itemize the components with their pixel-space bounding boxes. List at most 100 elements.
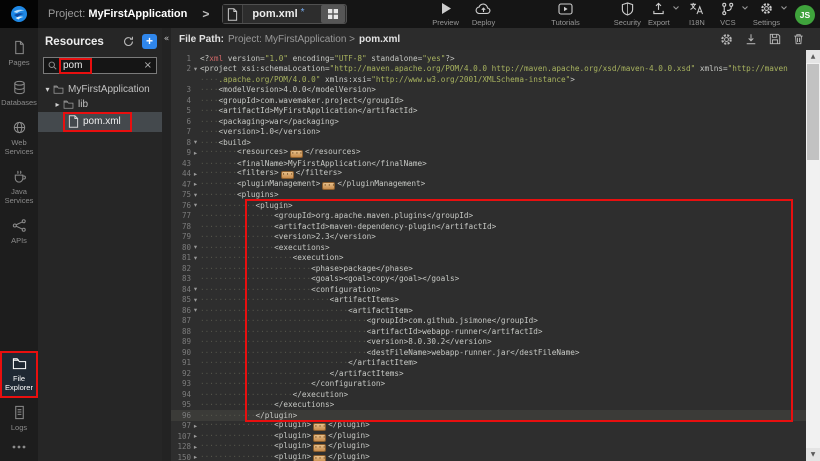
security-button[interactable]: Security <box>614 2 641 27</box>
sidebar-item-databases[interactable]: Databases <box>0 75 38 113</box>
code-line-83[interactable]: 83························<goals><goal>c… <box>171 274 806 285</box>
code-line-84[interactable]: 84▾························<configuratio… <box>171 284 806 295</box>
wavemaker-logo[interactable] <box>0 0 38 28</box>
fold-closed-icon[interactable]: ▸ <box>191 149 200 157</box>
code-line-96[interactable]: 96············</plugin> <box>171 410 806 421</box>
user-avatar[interactable]: JS <box>795 5 815 25</box>
tab-grid-icon[interactable] <box>321 5 345 23</box>
code-line-87[interactable]: 87····································<g… <box>171 316 806 327</box>
code-line-93[interactable]: 93························</configuratio… <box>171 379 806 390</box>
code-line-1[interactable]: 1<?xml version="1.0" encoding="UTF-8" st… <box>171 53 806 64</box>
fold-closed-icon[interactable]: ▸ <box>191 422 200 430</box>
code-line-78[interactable]: 78················<artifactId>maven-depe… <box>171 221 806 232</box>
code-line-7[interactable]: 7····<version>1.0</version> <box>171 127 806 138</box>
fold-open-icon[interactable]: ▾ <box>191 285 200 293</box>
fold-closed-icon[interactable]: ▸ <box>191 432 200 440</box>
vcs-button[interactable]: VCS <box>715 2 741 27</box>
code-line-9[interactable]: 9▸········<resources>···</resources> <box>171 148 806 159</box>
line-number: 1 <box>171 54 191 63</box>
tree-item-lib[interactable]: ▸lib <box>38 97 162 112</box>
fold-open-icon[interactable]: ▾ <box>191 306 200 314</box>
fold-open-icon[interactable]: ▾ <box>191 138 200 146</box>
code-line-107[interactable]: 107▸················<plugin>···</plugin> <box>171 431 806 442</box>
code-line-95[interactable]: 95················</executions> <box>171 400 806 411</box>
tab-pom-xml[interactable]: pom.xml * <box>222 4 346 24</box>
fold-closed-icon[interactable]: ▸ <box>191 443 200 451</box>
code-line-75[interactable]: 75▾········<plugins> <box>171 190 806 201</box>
fold-open-icon[interactable]: ▾ <box>191 65 200 73</box>
code-text: ····················<execution> <box>200 253 344 262</box>
fold-open-icon[interactable]: ▾ <box>191 296 200 304</box>
fold-open-icon[interactable]: ▾ <box>191 201 200 209</box>
code-line-3[interactable]: 3····<modelVersion>4.0.0</modelVersion> <box>171 85 806 96</box>
save-icon[interactable] <box>769 33 781 46</box>
code-line-wrap[interactable]: ····.apache.org/POM/4.0.0" xmlns:xsi="ht… <box>171 74 806 85</box>
deploy-button[interactable]: Deploy <box>469 2 499 27</box>
code-line-8[interactable]: 8▾····<build> <box>171 137 806 148</box>
preview-button[interactable]: Preview <box>431 2 461 27</box>
panel-collapse-strip: « <box>162 28 171 461</box>
code-line-4[interactable]: 4····<groupId>com.wavemaker.project</gro… <box>171 95 806 106</box>
editor-scrollbar[interactable]: ▲ ▼ <box>806 50 820 461</box>
sidebar-item-apis[interactable]: APIs <box>0 213 38 251</box>
sidebar-item-java-services[interactable]: Java Services <box>0 164 38 211</box>
code-line-89[interactable]: 89····································<v… <box>171 337 806 348</box>
fold-closed-icon[interactable]: ▸ <box>191 453 200 461</box>
fold-widget-icon[interactable]: ··· <box>313 455 326 461</box>
code-line-90[interactable]: 90····································<d… <box>171 347 806 358</box>
code-editor[interactable]: 1<?xml version="1.0" encoding="UTF-8" st… <box>171 50 806 461</box>
code-line-82[interactable]: 82························<phase>package… <box>171 263 806 274</box>
scroll-up-icon[interactable]: ▲ <box>806 50 820 63</box>
sidebar-item-logs[interactable]: Logs <box>0 400 38 438</box>
code-line-43[interactable]: 43········<finalName>MyFirstApplication<… <box>171 158 806 169</box>
fold-closed-icon[interactable]: ▸ <box>191 180 200 188</box>
fold-widget-icon[interactable]: ··· <box>322 182 335 190</box>
fold-open-icon[interactable]: ▾ <box>191 191 200 199</box>
fold-open-icon[interactable]: ▾ <box>191 254 200 262</box>
clear-search-icon[interactable]: × <box>144 60 152 71</box>
settings-button[interactable]: Settings <box>753 2 780 27</box>
code-line-92[interactable]: 92····························</artifact… <box>171 368 806 379</box>
resources-search-input[interactable]: pom × <box>43 57 157 74</box>
refresh-icon[interactable] <box>123 36 134 47</box>
sidebar-item-file-explorer[interactable]: File Explorer <box>0 351 38 398</box>
code-line-86[interactable]: 86▾································<arti… <box>171 305 806 316</box>
code-line-80[interactable]: 80▾················<executions> <box>171 242 806 253</box>
tutorials-button[interactable]: Tutorials <box>551 2 581 27</box>
caret-right-icon[interactable]: ▸ <box>52 100 63 109</box>
sidebar-item-[interactable] <box>0 440 38 455</box>
code-line-47[interactable]: 47▸········<pluginManagement>···</plugin… <box>171 179 806 190</box>
export-button[interactable]: Export <box>646 2 672 27</box>
tree-item-myfirstapplication[interactable]: ▾MyFirstApplication <box>38 82 162 97</box>
code-line-77[interactable]: 77················<groupId>org.apache.ma… <box>171 211 806 222</box>
trash-icon[interactable] <box>793 33 804 46</box>
code-line-85[interactable]: 85▾····························<artifact… <box>171 295 806 306</box>
code-line-79[interactable]: 79················<version>2.3</version> <box>171 232 806 243</box>
code-line-94[interactable]: 94····················</execution> <box>171 389 806 400</box>
gear-icon[interactable] <box>720 33 733 46</box>
i18n-button[interactable]: I18N <box>684 2 710 27</box>
sidebar-item-pages[interactable]: Pages <box>0 35 38 73</box>
add-resource-button[interactable]: + <box>142 34 157 49</box>
code-line-6[interactable]: 6····<packaging>war</packaging> <box>171 116 806 127</box>
fold-closed-icon[interactable]: ▸ <box>191 170 200 178</box>
tree-item-pom-xml[interactable]: pom.xml <box>38 112 162 132</box>
sidebar-item-web-services[interactable]: Web Services <box>0 115 38 162</box>
caret-down-icon[interactable]: ▾ <box>42 85 53 94</box>
code-line-128[interactable]: 128▸················<plugin>···</plugin> <box>171 442 806 453</box>
code-line-2[interactable]: 2▾<project xsi:schemaLocation="http://ma… <box>171 64 806 75</box>
code-line-76[interactable]: 76▾············<plugin> <box>171 200 806 211</box>
scrollbar-thumb[interactable] <box>807 64 819 160</box>
code-line-44[interactable]: 44▸········<filters>···</filters> <box>171 169 806 180</box>
scroll-down-icon[interactable]: ▼ <box>806 448 820 461</box>
code-line-5[interactable]: 5····<artifactId>MyFirstApplication</art… <box>171 106 806 117</box>
code-line-88[interactable]: 88····································<a… <box>171 326 806 337</box>
collapse-panel-icon[interactable]: « <box>162 34 171 44</box>
code-line-150[interactable]: 150▸················<plugin>···</plugin> <box>171 452 806 461</box>
fold-widget-icon[interactable]: ··· <box>290 150 303 158</box>
code-line-97[interactable]: 97▸················<plugin>···</plugin> <box>171 421 806 432</box>
code-line-81[interactable]: 81▾····················<execution> <box>171 253 806 264</box>
fold-open-icon[interactable]: ▾ <box>191 243 200 251</box>
code-line-91[interactable]: 91································</arti… <box>171 358 806 369</box>
download-icon[interactable] <box>745 33 757 46</box>
